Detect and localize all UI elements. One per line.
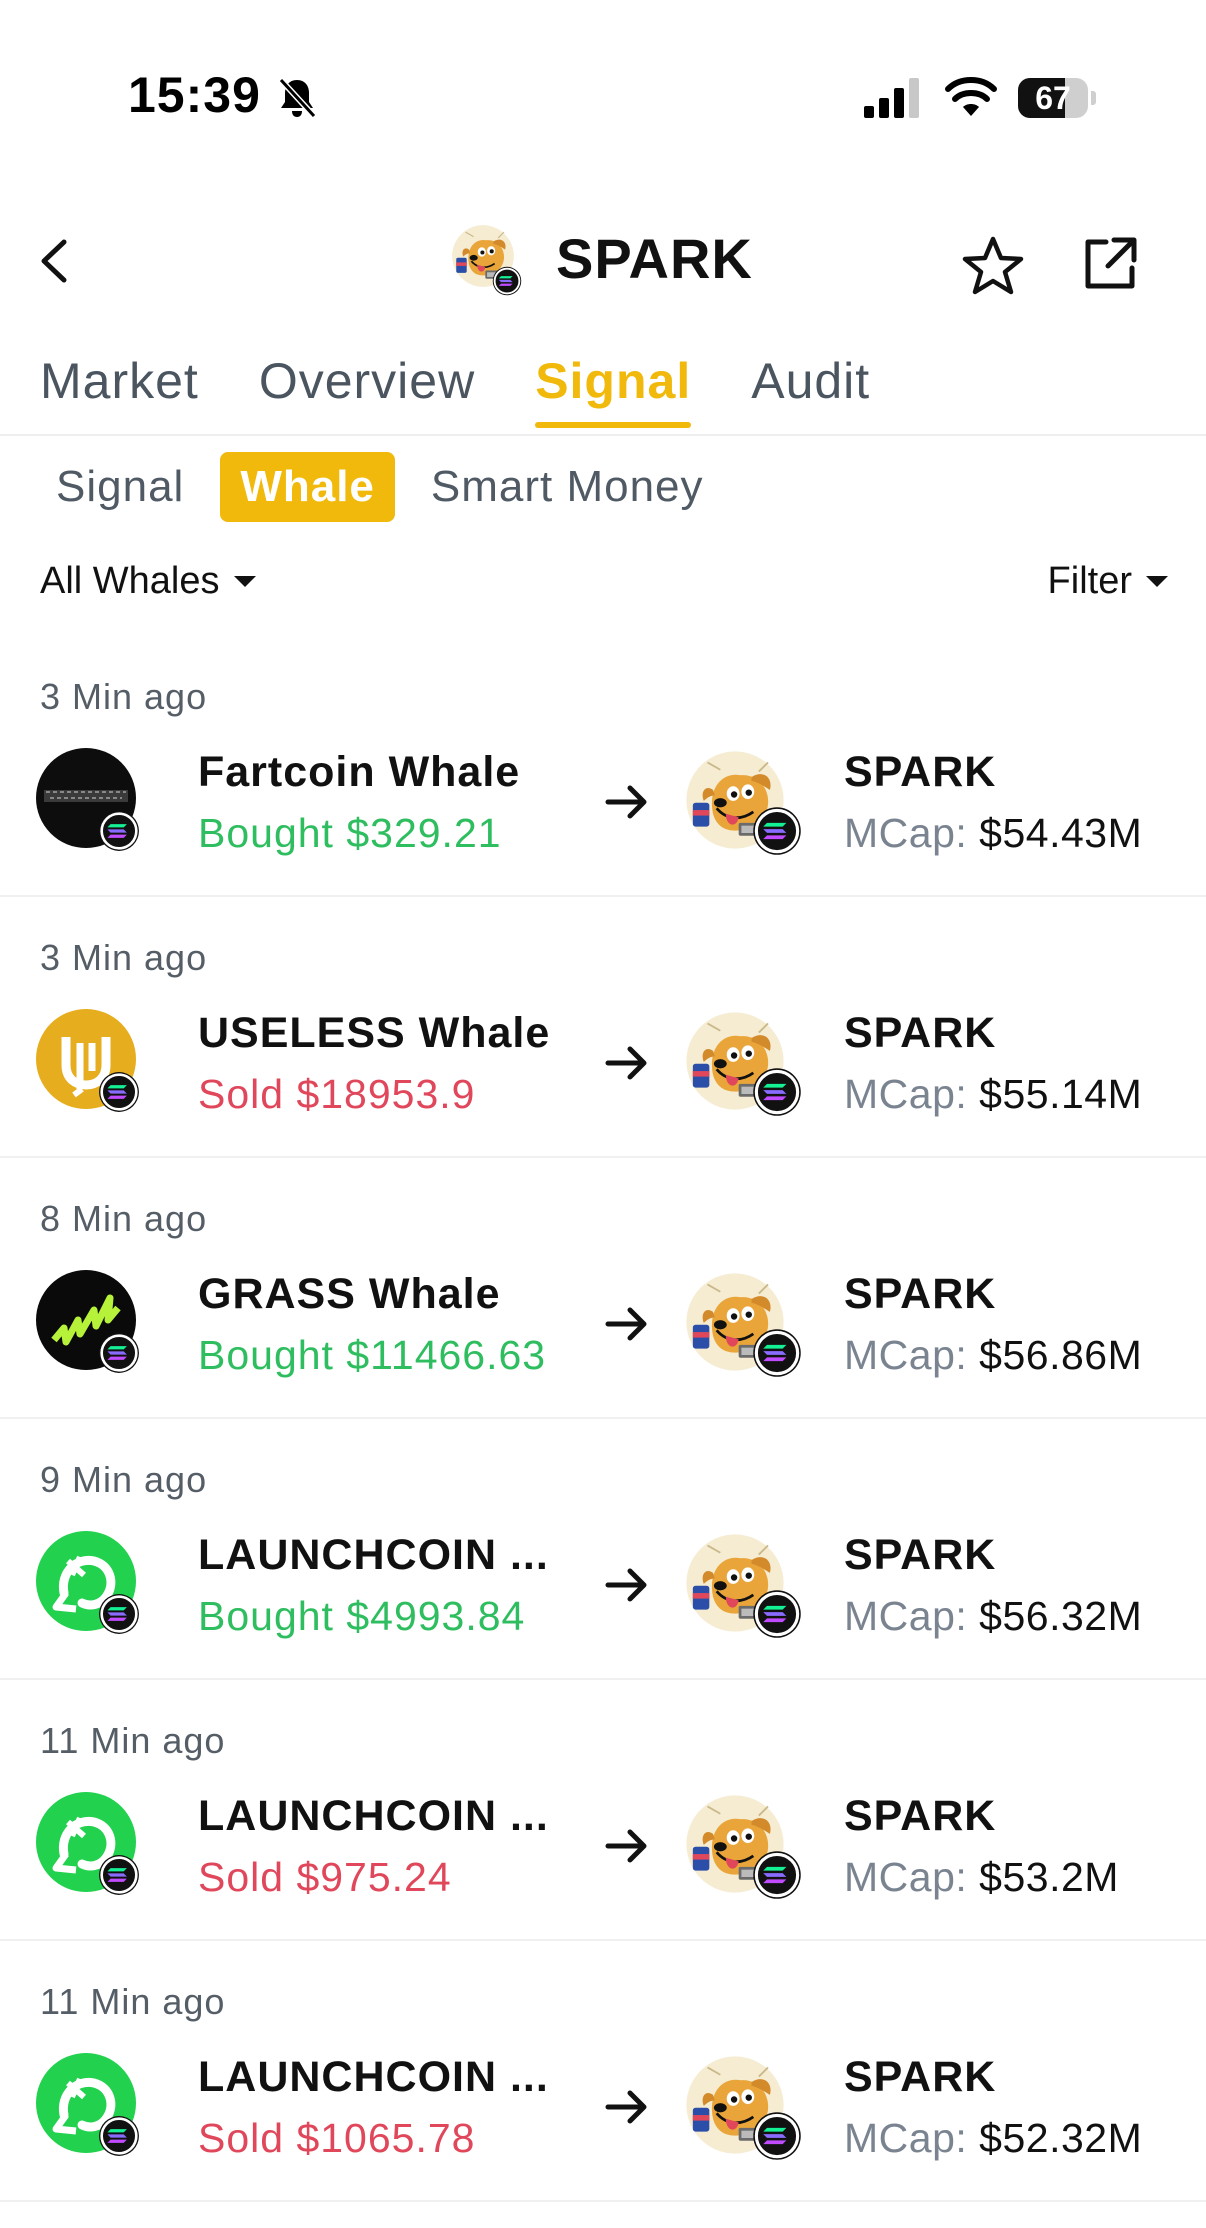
sub-tabs: Signal Whale Smart Money [36, 450, 724, 524]
back-chevron-icon[interactable] [34, 236, 74, 286]
trade-amount: Sold $975.24 [198, 1854, 452, 1900]
token-name: SPARK [844, 2053, 997, 2101]
spark-token-avatar [680, 2053, 804, 2163]
arrow-right-icon [605, 1307, 647, 1341]
caret-down-icon [233, 576, 256, 587]
whale-name: LAUNCHCOIN ... [198, 2053, 549, 2101]
cellular-signal-icon [864, 78, 919, 118]
filter-dropdown[interactable]: Filter [1048, 560, 1168, 603]
subtab-signal[interactable]: Signal [36, 452, 204, 522]
market-cap: MCap: $54.43M [844, 810, 1142, 857]
trade-amount: Sold $1065.78 [198, 2115, 476, 2161]
token-name: SPARK [844, 1531, 997, 1579]
mcap-value: $53.2M [979, 1854, 1119, 1900]
mcap-label: MCap: [844, 1854, 968, 1900]
share-icon[interactable] [1080, 234, 1140, 294]
time-ago: 3 Min ago [40, 937, 208, 978]
whale-trade-item[interactable]: 3 Min ago Fartcoin Whale Bought $329.21 … [0, 636, 1206, 897]
time-ago: 8 Min ago [40, 1198, 208, 1239]
tab-audit[interactable]: Audit [751, 352, 870, 432]
mcap-value: $52.32M [979, 2115, 1143, 2161]
market-cap: MCap: $52.32M [844, 2115, 1142, 2162]
fartcoin-avatar [36, 748, 140, 852]
whale-trade-item[interactable]: 3 Min ago USELESS Whale Sold $18953.9 SP… [0, 897, 1206, 1158]
bell-slash-icon [278, 77, 317, 119]
market-cap: MCap: $55.14M [844, 1071, 1142, 1118]
mcap-value: $56.86M [979, 1332, 1143, 1378]
subtab-whale[interactable]: Whale [220, 452, 395, 522]
battery-icon: 67 [1018, 78, 1096, 118]
market-cap: MCap: $56.86M [844, 1332, 1142, 1379]
filter-label: Filter [1047, 560, 1132, 602]
whale-name: Fartcoin Whale [198, 748, 521, 796]
launchcoin-avatar [36, 2053, 140, 2157]
trade-amount: Bought $4993.84 [198, 1593, 526, 1639]
time-ago: 11 Min ago [40, 1981, 226, 2022]
mcap-value: $55.14M [979, 1071, 1143, 1117]
wifi-icon [945, 77, 997, 116]
token-name: SPARK [844, 1270, 997, 1318]
useless-avatar [36, 1009, 140, 1113]
battery-body: 67 [1018, 78, 1088, 118]
spark-token-avatar [680, 1270, 804, 1380]
filter-row: All Whales Filter [0, 560, 1206, 620]
arrow-right-icon [605, 2090, 647, 2124]
market-cap: MCap: $56.32M [844, 1593, 1142, 1640]
whale-name: USELESS Whale [198, 1009, 551, 1057]
spark-token-avatar [680, 1531, 804, 1641]
battery-level: 67 [1035, 80, 1071, 116]
time-ago: 11 Min ago [40, 1720, 226, 1761]
whale-trade-item[interactable]: 9 Min ago LAUNCHCOIN ... Bought $4993.84… [0, 1419, 1206, 1680]
all-whales-label: All Whales [40, 560, 220, 602]
time-ago: 3 Min ago [40, 676, 208, 717]
time-ago: 9 Min ago [40, 1459, 208, 1500]
mcap-label: MCap: [844, 1332, 968, 1378]
mcap-label: MCap: [844, 1593, 968, 1639]
spark-token-avatar [680, 1009, 804, 1119]
all-whales-dropdown[interactable]: All Whales [40, 560, 256, 603]
spark-token-avatar [680, 748, 804, 858]
trade-amount: Bought $11466.63 [198, 1332, 547, 1378]
spark-token-logo [448, 222, 524, 298]
status-time: 15:39 [128, 67, 261, 123]
spark-token-avatar [680, 1792, 804, 1902]
caret-down-icon [1146, 576, 1168, 587]
mcap-label: MCap: [844, 2115, 968, 2161]
main-tabs: Market Overview Signal Audit [40, 352, 870, 432]
whale-trade-item[interactable]: 11 Min ago LAUNCHCOIN ... Sold $1065.78 … [0, 1941, 1206, 2202]
subtab-smart-money[interactable]: Smart Money [411, 452, 724, 522]
battery-cap [1091, 91, 1096, 105]
whale-trade-item[interactable]: 8 Min ago GRASS Whale Bought $11466.63 S… [0, 1158, 1206, 1419]
whale-feed: 3 Min ago Fartcoin Whale Bought $329.21 … [0, 636, 1206, 2202]
token-header: SPARK [0, 190, 1206, 330]
token-name: SPARK [844, 1009, 997, 1057]
whale-name: LAUNCHCOIN ... [198, 1531, 549, 1579]
whale-name: LAUNCHCOIN ... [198, 1792, 549, 1840]
arrow-right-icon [605, 1568, 647, 1602]
mcap-value: $56.32M [979, 1593, 1143, 1639]
tab-signal[interactable]: Signal [535, 352, 692, 432]
token-name: SPARK [844, 1792, 997, 1840]
status-bar: 15:39 67 [0, 0, 1206, 190]
market-cap: MCap: $53.2M [844, 1854, 1119, 1901]
trade-amount: Sold $18953.9 [198, 1071, 476, 1117]
trade-amount: Bought $329.21 [198, 810, 502, 856]
arrow-right-icon [605, 1046, 647, 1080]
whale-trade-item[interactable]: 11 Min ago LAUNCHCOIN ... Sold $975.24 S… [0, 1680, 1206, 1941]
grass-avatar [36, 1270, 140, 1374]
mcap-label: MCap: [844, 1071, 968, 1117]
arrow-right-icon [605, 785, 647, 819]
page-title: SPARK [556, 227, 753, 290]
token-name: SPARK [844, 748, 997, 796]
launchcoin-avatar [36, 1792, 140, 1896]
tab-market[interactable]: Market [40, 352, 199, 432]
mcap-value: $54.43M [979, 810, 1143, 856]
star-icon[interactable] [960, 234, 1026, 298]
mcap-label: MCap: [844, 810, 968, 856]
tabs-divider [0, 434, 1206, 436]
whale-name: GRASS Whale [198, 1270, 501, 1318]
arrow-right-icon [605, 1829, 647, 1863]
launchcoin-avatar [36, 1531, 140, 1635]
tab-overview[interactable]: Overview [259, 352, 475, 432]
